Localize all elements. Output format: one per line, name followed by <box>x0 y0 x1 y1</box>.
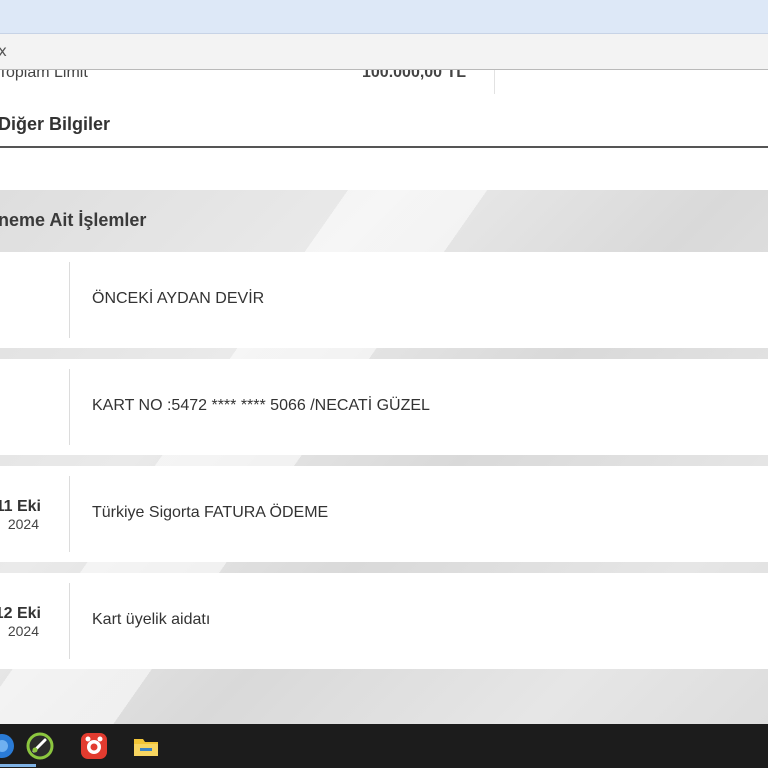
transaction-separator <box>69 369 70 445</box>
camera-app-icon[interactable] <box>80 732 108 760</box>
file-explorer-icon[interactable] <box>132 732 160 760</box>
transaction-separator <box>69 583 70 659</box>
total-limit-label: Toplam Limit <box>0 70 88 81</box>
other-info-divider <box>0 146 768 148</box>
transaction-separator <box>69 476 70 552</box>
transaction-separator <box>69 262 70 338</box>
transaction-row[interactable]: KART NO :5472 **** **** 5066 /NECATİ GÜZ… <box>0 359 768 455</box>
other-info-heading[interactable]: Diğer Bilgiler <box>0 114 110 135</box>
browser-title-bar <box>0 0 768 34</box>
transaction-description: ÖNCEKİ AYDAN DEVİR <box>92 290 265 307</box>
transactions-section: neme Ait İşlemler ÖNCEKİ AYDAN DEVİR KAR… <box>0 190 768 724</box>
transaction-date <box>0 359 69 455</box>
transaction-date: 12 Eki 2024 <box>0 573 69 669</box>
tab-close-icon[interactable]: x <box>0 42 7 60</box>
transaction-description: Kart üyelik aidatı <box>92 611 211 628</box>
browser-tab-bar: x <box>0 34 768 70</box>
transaction-day: 11 Eki <box>0 498 41 515</box>
page-content: Toplam Limit 100.000,00 TL Diğer Bilgile… <box>0 70 768 724</box>
transaction-year: 2024 <box>7 623 39 639</box>
total-limit-value: 100.000,00 TL <box>362 70 467 81</box>
transaction-description: Türkiye Sigorta FATURA ÖDEME <box>92 504 329 521</box>
transaction-date: 11 Eki 2024 <box>0 466 69 562</box>
transaction-description: KART NO :5472 **** **** 5066 /NECATİ GÜZ… <box>92 397 430 414</box>
taskbar <box>0 724 768 768</box>
transaction-row[interactable]: 12 Eki 2024 Kart üyelik aidatı <box>0 573 768 669</box>
transaction-row[interactable]: ÖNCEKİ AYDAN DEVİR <box>0 252 768 348</box>
transaction-day: 12 Eki <box>0 605 41 622</box>
active-app-indicator <box>0 764 36 767</box>
transaction-row[interactable]: 11 Eki 2024 Türkiye Sigorta FATURA ÖDEME <box>0 466 768 562</box>
recorder-icon[interactable] <box>26 732 54 760</box>
transaction-date <box>0 252 69 348</box>
total-limit-row: Toplam Limit 100.000,00 TL <box>0 70 768 94</box>
browser-icon[interactable] <box>0 732 16 760</box>
transactions-title: neme Ait İşlemler <box>0 210 147 230</box>
transaction-year: 2024 <box>7 516 39 532</box>
limit-divider <box>494 70 495 94</box>
